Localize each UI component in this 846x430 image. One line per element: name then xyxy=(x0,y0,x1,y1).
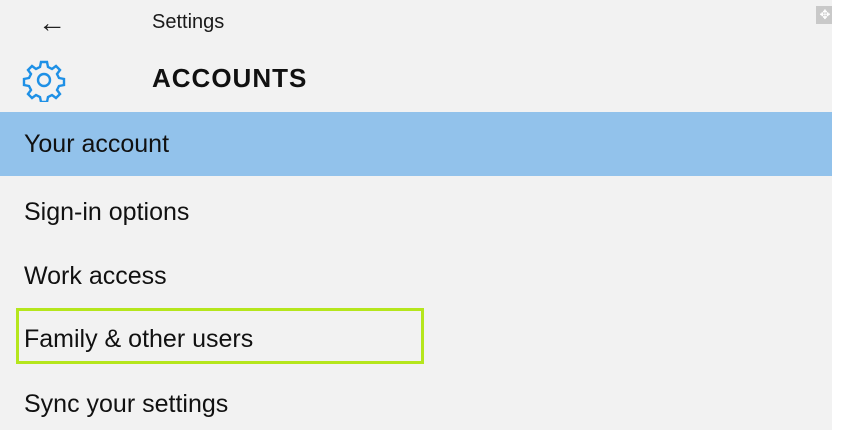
nav-item-family-other-users[interactable]: Family & other users xyxy=(0,310,832,366)
nav-item-label: Your account xyxy=(24,130,170,158)
nav-item-sync-your-settings[interactable]: Sync your settings xyxy=(0,376,832,430)
nav-item-label: Work access xyxy=(24,262,167,290)
section-header xyxy=(0,50,832,106)
nav-item-label: Sync your settings xyxy=(24,390,229,418)
window-edge xyxy=(832,0,846,430)
nav-item-label: Family & other users xyxy=(24,325,254,353)
nav-item-work-access[interactable]: Work access xyxy=(0,248,832,304)
back-arrow-icon[interactable]: ← xyxy=(34,6,70,40)
title-bar: ← Settings xyxy=(0,0,832,46)
gear-icon xyxy=(22,60,66,102)
nav-item-sign-in-options[interactable]: Sign-in options xyxy=(0,184,832,240)
settings-panel: ← Settings ACCOUNTS Your account Sign-in… xyxy=(0,0,832,430)
nav-item-your-account[interactable]: Your account xyxy=(0,112,832,176)
nav-item-label: Sign-in options xyxy=(24,198,190,226)
window-title: Settings xyxy=(152,11,225,33)
page-title: ACCOUNTS xyxy=(152,63,308,93)
